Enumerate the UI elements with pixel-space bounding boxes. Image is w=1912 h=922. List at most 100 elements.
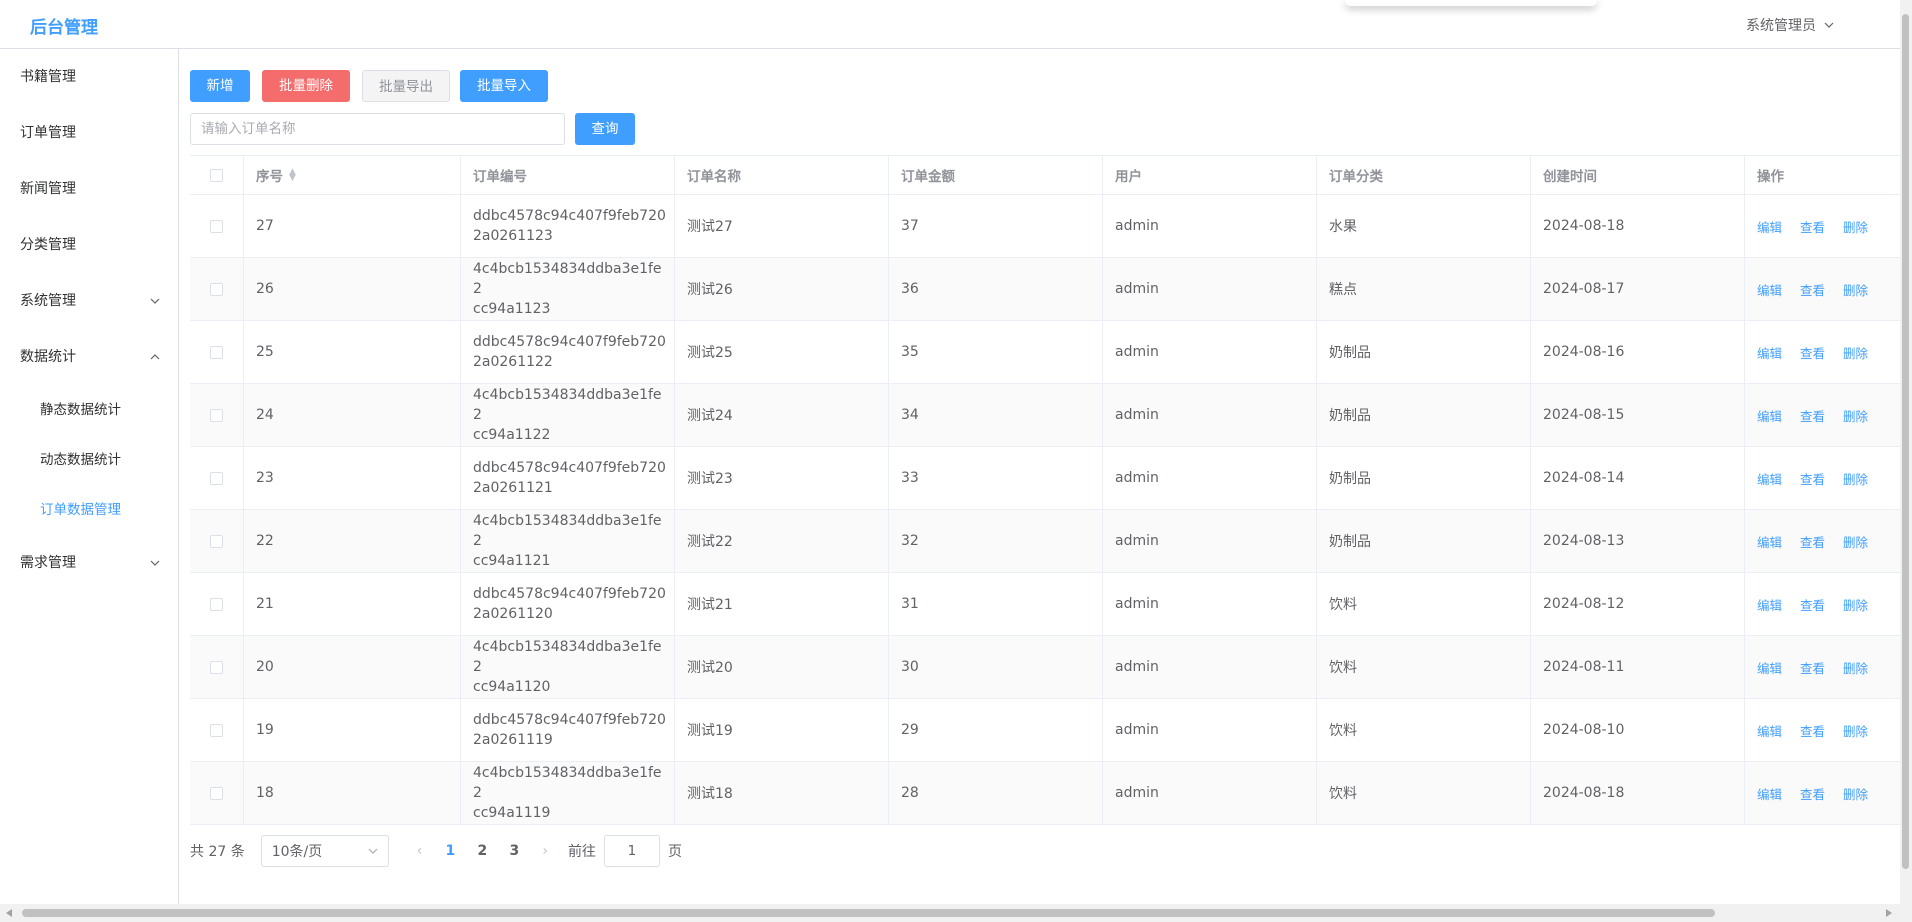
cell-actions: 编辑 查看 删除	[1745, 195, 1900, 257]
delete-link[interactable]: 删除	[1843, 217, 1868, 236]
cell-name: 测试25	[675, 321, 889, 383]
cell-code: 4c4bcb1534834ddba3e1fe2 cc94a1123	[461, 258, 675, 320]
batch-import-button[interactable]: 批量导入	[460, 70, 548, 102]
search-button[interactable]: 查询	[575, 113, 635, 145]
sort-icon[interactable]: ▲ ▼	[289, 168, 296, 183]
delete-link[interactable]: 删除	[1843, 406, 1868, 425]
goto-page-input[interactable]	[603, 835, 660, 867]
delete-link[interactable]: 删除	[1843, 469, 1868, 488]
next-page-icon[interactable]: ›	[542, 843, 548, 859]
edit-link[interactable]: 编辑	[1757, 658, 1782, 677]
edit-link[interactable]: 编辑	[1757, 469, 1782, 488]
edit-link[interactable]: 编辑	[1757, 721, 1782, 740]
dropdown-popover	[1345, 0, 1597, 6]
edit-link[interactable]: 编辑	[1757, 784, 1782, 803]
page-1[interactable]: 1	[434, 843, 466, 859]
cell-amount: 28	[889, 762, 1103, 824]
sidebar-item-system[interactable]: 系统管理	[20, 289, 160, 313]
table-header: 序号 ▲ ▼ 订单编号 订单名称 订单金额 用户 订单分类 创建时间 操作	[190, 156, 1900, 195]
horizontal-scrollbar[interactable]	[0, 904, 1900, 922]
row-checkbox[interactable]	[210, 219, 223, 233]
edit-link[interactable]: 编辑	[1757, 217, 1782, 236]
view-link[interactable]: 查看	[1800, 595, 1825, 614]
sidebar-item-static-stats[interactable]: 静态数据统计	[40, 398, 180, 422]
row-checkbox[interactable]	[210, 597, 223, 611]
row-checkbox[interactable]	[210, 660, 223, 674]
delete-link[interactable]: 删除	[1843, 784, 1868, 803]
edit-link[interactable]: 编辑	[1757, 343, 1782, 362]
table-row: 18 4c4bcb1534834ddba3e1fe2 cc94a1119 测试18 2…	[190, 762, 1900, 825]
edit-link[interactable]: 编辑	[1757, 532, 1782, 551]
row-checkbox[interactable]	[210, 408, 223, 422]
sidebar-item-categories[interactable]: 分类管理	[20, 233, 160, 257]
cell-id: 19	[244, 699, 461, 761]
view-link[interactable]: 查看	[1800, 784, 1825, 803]
page-size-select[interactable]: 10条/页	[260, 835, 389, 867]
view-link[interactable]: 查看	[1800, 406, 1825, 425]
delete-link[interactable]: 删除	[1843, 532, 1868, 551]
user-name: 系统管理员	[1746, 18, 1816, 34]
scroll-right-icon[interactable]	[1886, 909, 1892, 917]
cell-name: 测试22	[675, 510, 889, 572]
add-button[interactable]: 新增	[190, 70, 250, 102]
user-menu[interactable]: 系统管理员	[1746, 15, 1834, 35]
delete-link[interactable]: 删除	[1843, 595, 1868, 614]
row-checkbox[interactable]	[210, 786, 223, 800]
delete-link[interactable]: 删除	[1843, 721, 1868, 740]
delete-link[interactable]: 删除	[1843, 658, 1868, 677]
batch-delete-button[interactable]: 批量删除	[262, 70, 350, 102]
sidebar-item-news[interactable]: 新闻管理	[20, 177, 160, 201]
sidebar-item-order-data[interactable]: 订单数据管理	[40, 498, 180, 522]
row-checkbox[interactable]	[210, 534, 223, 548]
batch-export-button[interactable]: 批量导出	[362, 70, 450, 102]
cell-user: admin	[1103, 195, 1317, 257]
vertical-scroll-thumb[interactable]	[1902, 14, 1909, 869]
cell-id: 21	[244, 573, 461, 635]
cell-actions: 编辑 查看 删除	[1745, 258, 1900, 320]
view-link[interactable]: 查看	[1800, 658, 1825, 677]
sidebar-item-statistics[interactable]: 数据统计	[20, 345, 160, 369]
page-2[interactable]: 2	[466, 843, 498, 859]
view-link[interactable]: 查看	[1800, 217, 1825, 236]
delete-link[interactable]: 删除	[1843, 280, 1868, 299]
cell-actions: 编辑 查看 删除	[1745, 447, 1900, 509]
sidebar-item-dynamic-stats[interactable]: 动态数据统计	[40, 448, 180, 472]
cell-id: 20	[244, 636, 461, 698]
column-header-amount: 订单金额	[889, 156, 1103, 194]
horizontal-scroll-thumb[interactable]	[22, 909, 1715, 917]
top-header: 后台管理 系统管理员	[0, 0, 1900, 49]
cell-category: 饮料	[1317, 636, 1531, 698]
row-checkbox[interactable]	[210, 723, 223, 737]
cell-date: 2024-08-18	[1531, 762, 1745, 824]
select-all-checkbox[interactable]	[210, 168, 223, 182]
row-checkbox[interactable]	[210, 282, 223, 296]
table-row: 21 ddbc4578c94c407f9feb720 2a0261120 测试21 3…	[190, 573, 1900, 636]
scroll-left-icon[interactable]	[6, 909, 12, 917]
row-checkbox[interactable]	[210, 345, 223, 359]
cell-code: 4c4bcb1534834ddba3e1fe2 cc94a1122	[461, 384, 675, 446]
view-link[interactable]: 查看	[1800, 469, 1825, 488]
sidebar-item-requirements[interactable]: 需求管理	[20, 551, 160, 575]
cell-user: admin	[1103, 762, 1317, 824]
cell-actions: 编辑 查看 删除	[1745, 573, 1900, 635]
sidebar-item-books[interactable]: 书籍管理	[20, 65, 160, 89]
cell-name: 测试24	[675, 384, 889, 446]
edit-link[interactable]: 编辑	[1757, 595, 1782, 614]
view-link[interactable]: 查看	[1800, 343, 1825, 362]
vertical-scrollbar[interactable]	[1900, 0, 1912, 922]
row-checkbox[interactable]	[210, 471, 223, 485]
page-3[interactable]: 3	[498, 843, 530, 859]
view-link[interactable]: 查看	[1800, 532, 1825, 551]
sidebar-item-orders[interactable]: 订单管理	[20, 121, 160, 145]
cell-category: 水果	[1317, 195, 1531, 257]
cell-user: admin	[1103, 321, 1317, 383]
search-input[interactable]	[190, 113, 565, 145]
column-header-id[interactable]: 序号 ▲ ▼	[244, 156, 461, 194]
edit-link[interactable]: 编辑	[1757, 280, 1782, 299]
edit-link[interactable]: 编辑	[1757, 406, 1782, 425]
view-link[interactable]: 查看	[1800, 280, 1825, 299]
prev-page-icon[interactable]: ‹	[417, 843, 423, 859]
view-link[interactable]: 查看	[1800, 721, 1825, 740]
column-header-name: 订单名称	[675, 156, 889, 194]
delete-link[interactable]: 删除	[1843, 343, 1868, 362]
